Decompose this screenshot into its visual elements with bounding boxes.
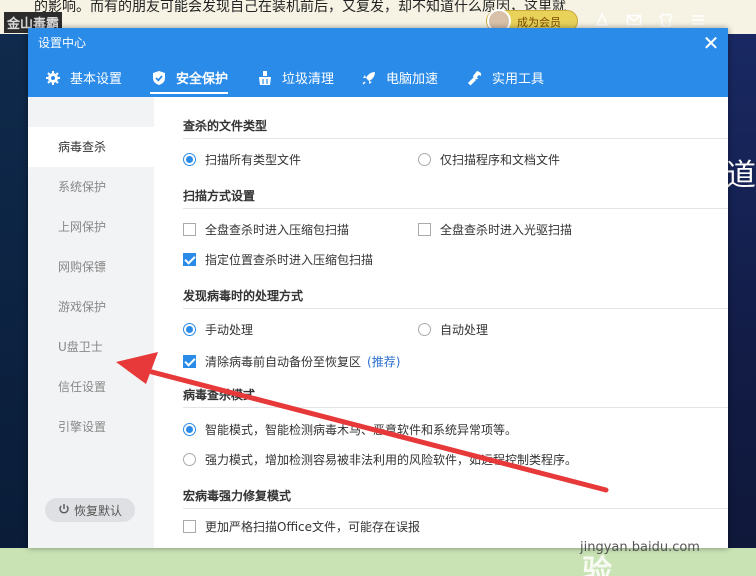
radio-unselected [418, 153, 431, 166]
restore-defaults-button[interactable]: 恢复默认 [45, 498, 135, 522]
power-icon [58, 503, 70, 518]
option-label: 更加严格扫描Office文件，可能存在误报 [205, 520, 421, 534]
radio-scan-programs-docs[interactable]: 仅扫描程序和文档文件 [418, 151, 560, 168]
sidebar-item-system-protection[interactable]: 系统保护 [28, 167, 154, 207]
checkbox-full-scan-optical[interactable]: 全盘查杀时进入光驱扫描 [418, 221, 572, 238]
checkbox-strict-office-scan[interactable]: 更加严格扫描Office文件，可能存在误报 [183, 518, 420, 535]
checkbox-unchecked [183, 223, 196, 236]
option-label: 智能模式，智能检测病毒木马、恶意软件和系统异常项等。 [205, 423, 518, 437]
checkbox-checked [183, 355, 196, 368]
rocket-icon [360, 69, 378, 87]
sidebar-item-engine-settings[interactable]: 引擎设置 [28, 407, 154, 447]
divider [183, 138, 728, 139]
sidebar-item-usb-guard[interactable]: U盘卫士 [28, 327, 154, 367]
tab-label: 垃圾清理 [282, 72, 335, 87]
sidebar-item-web-protection[interactable]: 上网保护 [28, 207, 154, 247]
radio-unselected [183, 453, 196, 466]
tab-label: 安全保护 [176, 72, 229, 87]
background-left-panel [0, 34, 28, 548]
baidu-jingyan-watermark: Baidu 经验 [582, 510, 726, 576]
watermark-url: jingyan.baidu.com [580, 540, 700, 555]
settings-dialog: 设置中心 ✕ 基本设置 安全保护 垃圾清理 电脑加速 实用工具 病毒查杀 系统保… [28, 28, 728, 548]
settings-sidebar: 病毒查杀 系统保护 上网保护 网购保镖 游戏保护 U盘卫士 信任设置 引擎设置 [28, 97, 154, 548]
close-button[interactable]: ✕ [700, 32, 722, 54]
background-heading-fragment: 道 [726, 158, 756, 193]
gear-icon [44, 69, 62, 87]
dialog-header: 设置中心 ✕ 基本设置 安全保护 垃圾清理 电脑加速 实用工具 [28, 28, 728, 97]
sidebar-item-trust-settings[interactable]: 信任设置 [28, 367, 154, 407]
section-title-scan-engine-mode: 病毒查杀模式 [183, 388, 256, 402]
radio-manual-handling[interactable]: 手动处理 [183, 321, 253, 338]
option-label: 自动处理 [440, 323, 489, 337]
option-label: 指定位置查杀时进入压缩包扫描 [205, 253, 374, 267]
option-label: 手动处理 [205, 323, 254, 337]
radio-selected [183, 153, 196, 166]
checkbox-custom-scan-zip[interactable]: 指定位置查杀时进入压缩包扫描 [183, 251, 373, 268]
checkbox-checked [183, 253, 196, 266]
radio-selected [183, 323, 196, 336]
option-label: 仅扫描程序和文档文件 [440, 153, 561, 167]
tab-label: 电脑加速 [386, 72, 439, 87]
sidebar-item-virus-scan[interactable]: 病毒查杀 [28, 127, 154, 167]
skin-icon[interactable] [594, 12, 610, 28]
option-label: 扫描所有类型文件 [205, 153, 302, 167]
tab-label: 基本设置 [70, 72, 123, 87]
divider [183, 407, 728, 408]
checkbox-backup-before-clean[interactable]: 清除病毒前自动备份至恢复区 (推荐) [183, 353, 400, 370]
background-article-text: 的影响。而有的朋友可能会发现自己在装机前后，又复发，却不知道什么原因，这里就 [34, 0, 566, 15]
shield-check-icon [150, 69, 168, 87]
wrench-icon [466, 69, 484, 87]
tab-bar: 基本设置 安全保护 垃圾清理 电脑加速 实用工具 [28, 58, 628, 97]
radio-selected [183, 423, 196, 436]
dialog-title: 设置中心 [38, 36, 87, 50]
option-label: 全盘查杀时进入压缩包扫描 [205, 223, 350, 237]
option-label: 清除病毒前自动备份至恢复区 [205, 355, 362, 369]
shirt-icon[interactable] [658, 12, 674, 28]
section-title-virus-handling: 发现病毒时的处理方式 [183, 289, 304, 303]
tab-basic-settings[interactable]: 基本设置 [44, 58, 122, 97]
radio-strong-mode[interactable]: 强力模式，增加检测容易被非法利用的风险软件，如远程控制类程序。 [183, 451, 577, 468]
checkbox-unchecked [418, 223, 431, 236]
checkbox-full-scan-zip[interactable]: 全盘查杀时进入压缩包扫描 [183, 221, 349, 238]
section-title-file-types: 查杀的文件类型 [183, 119, 268, 133]
tab-pc-speedup[interactable]: 电脑加速 [360, 58, 438, 97]
sidebar-item-game-protection[interactable]: 游戏保护 [28, 287, 154, 327]
option-label: 强力模式，增加检测容易被非法利用的风险软件，如远程控制类程序。 [205, 453, 578, 467]
sidebar-item-shopping-guard[interactable]: 网购保镖 [28, 247, 154, 287]
radio-auto-handling[interactable]: 自动处理 [418, 321, 488, 338]
tab-security-protection[interactable]: 安全保护 [150, 58, 229, 97]
divider [183, 208, 728, 209]
close-icon: ✕ [702, 31, 720, 55]
recommended-tag: (推荐) [367, 355, 401, 369]
divider [183, 308, 728, 309]
checkbox-unchecked [183, 520, 196, 533]
restore-defaults-label: 恢复默认 [73, 503, 122, 518]
broom-icon [256, 69, 274, 87]
section-title-scan-mode: 扫描方式设置 [183, 189, 256, 203]
radio-scan-all-files[interactable]: 扫描所有类型文件 [183, 151, 301, 168]
tab-label: 实用工具 [492, 72, 545, 87]
tab-utilities[interactable]: 实用工具 [466, 58, 544, 97]
radio-unselected [418, 323, 431, 336]
option-label: 全盘查杀时进入光驱扫描 [440, 223, 573, 237]
settings-content: 查杀的文件类型 扫描所有类型文件 仅扫描程序和文档文件 扫描方式设置 全盘查杀时… [154, 97, 728, 548]
tab-junk-cleanup[interactable]: 垃圾清理 [256, 58, 334, 97]
radio-smart-mode[interactable]: 智能模式，智能检测病毒木马、恶意软件和系统异常项等。 [183, 421, 517, 438]
menu-icon[interactable] [690, 12, 706, 28]
section-title-macro-repair: 宏病毒强力修复模式 [183, 489, 292, 503]
mail-icon[interactable] [626, 12, 642, 28]
